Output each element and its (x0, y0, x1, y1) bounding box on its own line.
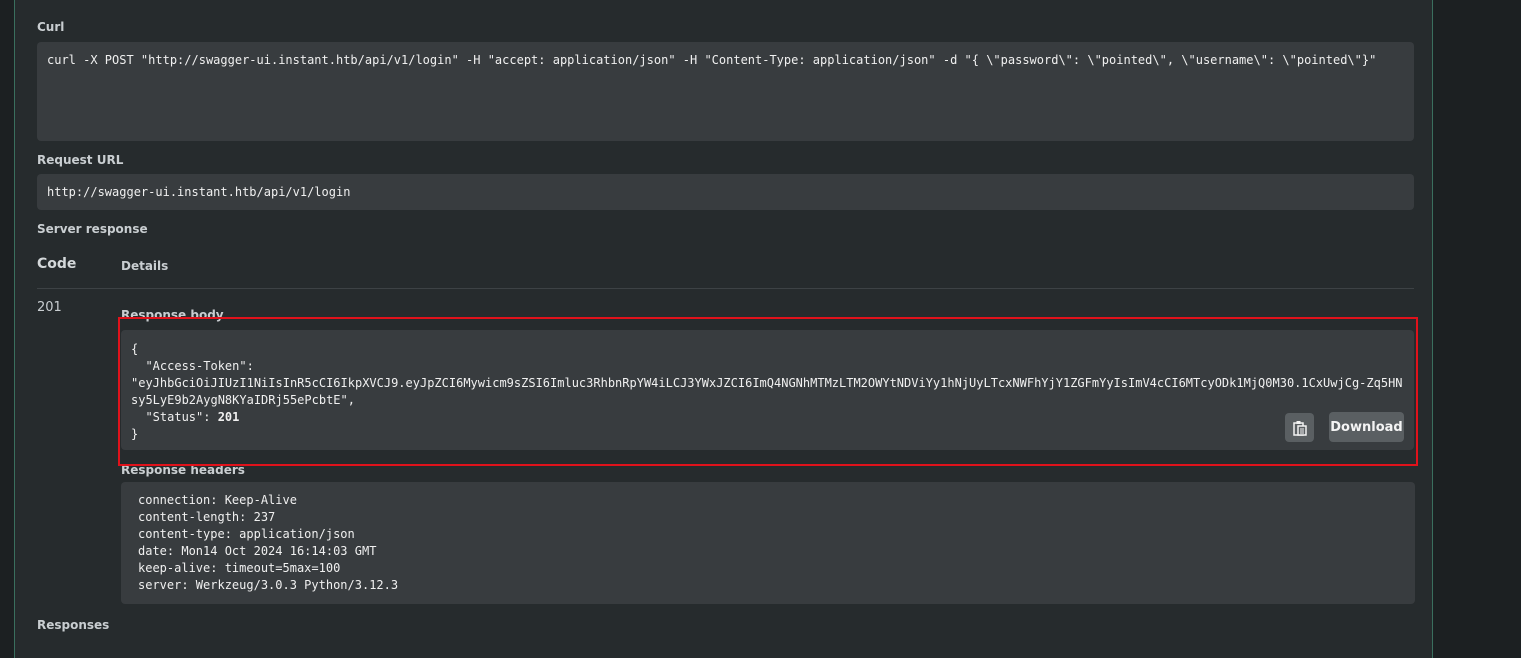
response-body[interactable]: { "Access-Token": "eyJhbGciOiJIUzI1NiIsI… (121, 330, 1414, 450)
curl-label: Curl (37, 20, 65, 34)
responses-label: Responses (37, 618, 110, 632)
header-line: content-type: application/json (138, 527, 355, 541)
header-line: server: Werkzeug/3.0.3 Python/3.12.3 (138, 578, 399, 592)
column-details: Details (121, 259, 169, 273)
server-response-label: Server response (37, 222, 148, 236)
response-body-label: Response body (121, 308, 224, 322)
request-url-value[interactable]: http://swagger-ui.instant.htb/api/v1/log… (37, 174, 1414, 210)
json-token-value: "eyJhbGciOiJIUzI1NiIsInR5cCI6IkpXVCJ9.ey… (131, 376, 1403, 407)
response-status-code: 201 (37, 300, 62, 315)
header-line: connection: Keep-Alive (138, 493, 297, 507)
header-line: date: Mon14 Oct 2024 16:14:03 GMT (138, 544, 377, 558)
clipboard-icon (1292, 420, 1307, 436)
operation-block: Curl curl -X POST "http://swagger-ui.ins… (14, 0, 1433, 658)
download-button[interactable]: Download (1329, 412, 1404, 442)
response-headers[interactable]: connection: Keep-Alive content-length: 2… (121, 482, 1415, 604)
response-table-header: Code Details (37, 254, 1414, 289)
curl-command[interactable]: curl -X POST "http://swagger-ui.instant.… (37, 42, 1414, 141)
json-status-key: "Status": (131, 410, 218, 424)
json-token-key: "Access-Token": (131, 359, 254, 373)
json-status-value: 201 (217, 410, 240, 424)
request-url-label: Request URL (37, 153, 124, 167)
copy-to-clipboard-button[interactable] (1285, 413, 1314, 442)
json-close-brace: } (131, 427, 139, 441)
header-line: keep-alive: timeout=5max=100 (138, 561, 341, 575)
column-code: Code (37, 256, 77, 272)
json-open-brace: { (131, 342, 139, 356)
response-headers-label: Response headers (121, 463, 245, 477)
header-line: content-length: 237 (138, 510, 276, 524)
